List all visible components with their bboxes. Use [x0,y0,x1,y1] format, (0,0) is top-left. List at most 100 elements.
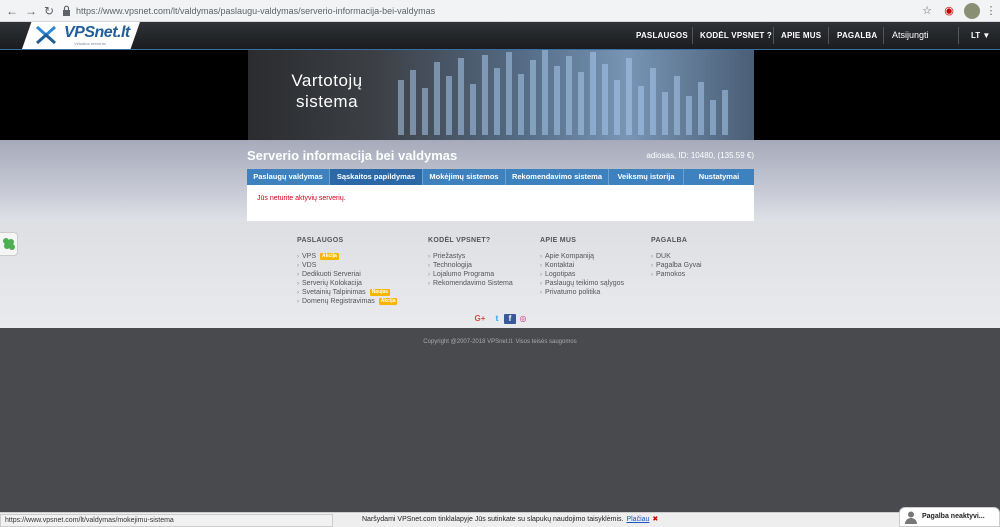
instagram-icon[interactable]: ◎ [517,314,529,324]
footer-link[interactable]: › Privatumo politika [540,289,624,298]
language-selector[interactable]: LT ▼ [971,22,990,49]
nav-paslaugos[interactable]: PASLAUGOS [636,22,688,49]
chevron-right-icon: › [651,254,653,260]
chevron-right-icon: › [651,271,653,278]
footer-column-pagalba: PAGALBA › DUK › Pagalba Gyvai › Pamokos [651,237,702,280]
no-servers-message: Jūs neturite aktyvių serverių. [257,195,346,202]
cookie-more-link[interactable]: Plačiau [626,516,649,523]
logo-mark-icon [36,25,56,45]
footer-column-apie-mus: APIE MUS › Apie Kompaniją › Kontaktai › Log… [540,237,624,298]
user-icon [905,511,917,524]
chevron-right-icon: › [297,254,299,260]
footer-link[interactable]: › Pamokos [651,271,702,280]
footer-link[interactable]: › Rekomendavimo Sistema [428,280,513,289]
banner-image: Vartotojų sistema [248,50,754,140]
status-badge: Naujas [369,288,391,296]
menu-icon[interactable]: ⋮ [983,3,999,19]
reload-icon[interactable]: ↻ [42,4,56,18]
logo-text: VPSnet.lt [64,24,130,41]
tab-bar: Paslaugų valdymas Sąskaitos papildymas M… [247,169,754,185]
footer-heading: PASLAUGOS [297,237,344,244]
footer-link[interactable]: › Pagalba Gyvai [651,262,702,271]
browser-toolbar: ← → ↻ https://www.vpsnet.com/lt/valdymas… [0,0,1000,22]
cookie-notice: Naršydami VPSnet.com tinklalapyje Jūs su… [362,516,659,523]
tab-saskaitos-papildymas[interactable]: Sąskaitos papildymas [330,169,423,185]
chevron-right-icon: › [428,280,430,287]
forward-icon[interactable]: → [24,4,38,18]
tab-mokejimu-sistemos[interactable]: Mokėjimų sistemos [423,169,506,185]
lock-icon [63,5,70,16]
logout-link[interactable]: Atsijungti [892,22,929,49]
page-bottom [0,328,1000,512]
nav-pagalba[interactable]: PAGALBA [837,22,877,49]
chevron-right-icon: › [540,271,542,278]
nav-divider [828,27,829,44]
status-bar-url: https://www.vpsnet.com/lt/valdymas/mokej… [0,514,333,527]
footer-link[interactable]: › DUK [651,253,702,262]
logo[interactable]: VPSnet.lt Virtualus serveriai [22,22,140,49]
chevron-right-icon: › [297,298,299,305]
footer-link[interactable]: › Domenų Registravimas Akcija [297,297,398,307]
close-icon[interactable]: ✖ [652,516,658,523]
back-icon[interactable]: ← [5,4,19,18]
footer-column-kodel: KODĖL VPSNET? › Priežastys › Technologija … [428,237,513,289]
tab-rekomendavimo-sistema[interactable]: Rekomendavimo sistema [506,169,609,185]
footer-link[interactable]: › Logotipas [540,271,624,280]
chevron-right-icon: › [540,280,542,287]
twitter-icon[interactable]: t [491,314,503,324]
site-header: VPSnet.lt Virtualus serveriai PASLAUGOS … [0,22,1000,50]
nav-divider [773,27,774,44]
footer-link[interactable]: › Lojalumo Programa [428,271,513,280]
footer-link[interactable]: › Paslaugų teikimo sąlygos [540,280,624,289]
footer-link[interactable]: › Serverių Kolokacija [297,280,397,289]
footer-link[interactable]: › VDS [297,262,397,271]
side-widget-button[interactable] [0,232,18,256]
footer-heading: APIE MUS [540,237,577,244]
footer-link[interactable]: › Dedikuoti Serveriai [297,271,397,280]
copyright: Copyright @2007-2018 VPSnet.lt. Visos te… [423,339,577,345]
chevron-right-icon: › [297,262,299,269]
chevron-right-icon: › [651,262,653,269]
footer-heading: KODĖL VPSNET? [428,237,491,244]
page-title: Serverio informacija bei valdymas [247,148,458,163]
chevron-right-icon: › [428,262,430,269]
nav-divider [692,27,693,44]
footer-link[interactable]: › Technologija [428,262,513,271]
chevron-right-icon: › [297,289,299,296]
opera-extension-icon[interactable]: ◉ [941,3,957,19]
footer-link[interactable]: › Svetainių Talpinimas Naujas [297,288,397,298]
footer-link[interactable]: › VPS Akcija [297,253,397,262]
chevron-right-icon: › [297,280,299,287]
footer-link[interactable]: › Apie Kompaniją [540,253,624,262]
status-badge: Akcija [320,253,339,260]
avatar[interactable] [964,3,980,19]
chevron-right-icon: › [540,289,542,296]
nav-apie-mus[interactable]: APIE MUS [781,22,821,49]
content-panel: Jūs neturite aktyvių serverių. [247,185,754,221]
nav-divider [958,27,959,44]
chevron-right-icon: › [540,254,542,260]
help-status-label: Pagalba neaktyvi... [922,513,985,520]
status-badge: Akcija [378,297,398,305]
hero-banner: Vartotojų sistema [0,50,1000,140]
clover-icon [3,238,15,250]
tab-veiksmu-istorija[interactable]: Veiksmų istorija [609,169,684,185]
account-info: adiosas, ID: 10480, (135.59 €) [646,151,754,160]
footer-link[interactable]: › Priežastys [428,253,513,262]
tab-paslaugu-valdymas[interactable]: Paslaugų valdymas [247,169,330,185]
google-plus-icon[interactable]: G+ [474,314,486,324]
nav-kodel-vpsnet[interactable]: KODĖL VPSNET ? [700,22,772,49]
footer-heading: PAGALBA [651,237,688,244]
nav-divider [883,27,884,44]
chevron-right-icon: › [540,262,542,269]
logo-subtitle: Virtualus serveriai [74,41,106,46]
bookmark-star-icon[interactable]: ☆ [919,3,935,19]
chevron-right-icon: › [428,254,430,260]
banner-title: Vartotojų sistema [291,71,363,111]
footer-link[interactable]: › Kontaktai [540,262,624,271]
address-bar[interactable]: https://www.vpsnet.com/lt/valdymas/pasla… [76,5,435,17]
tab-nustatymai[interactable]: Nustatymai [684,169,754,185]
chevron-right-icon: › [428,271,430,278]
facebook-icon[interactable]: f [504,314,516,324]
live-help-widget[interactable]: Pagalba neaktyvi... [899,507,1000,527]
